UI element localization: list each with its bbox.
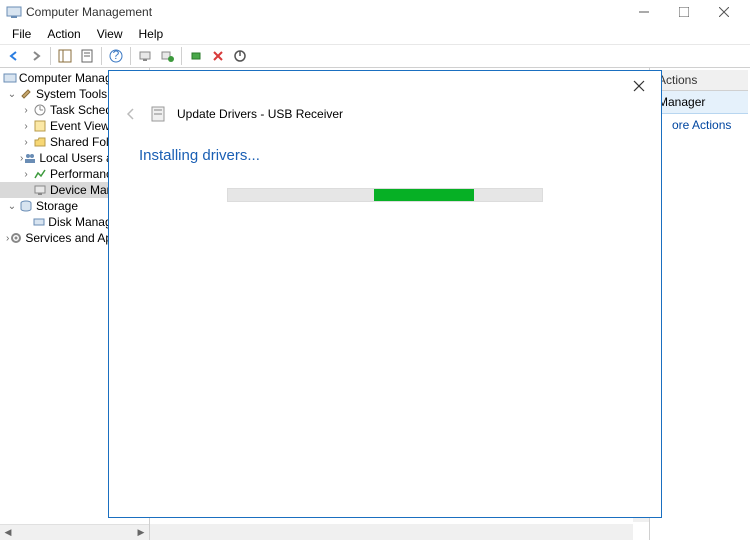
menu-bar: File Action View Help: [0, 24, 750, 44]
expand-icon[interactable]: ⌄: [6, 89, 18, 100]
computer-management-icon: [3, 70, 17, 86]
show-hide-tree-button[interactable]: [55, 46, 75, 66]
more-actions-link[interactable]: ore Actions: [652, 114, 748, 136]
minimize-button[interactable]: [624, 0, 664, 24]
toolbar: ?: [0, 44, 750, 68]
uninstall-button[interactable]: [208, 46, 228, 66]
expand-icon[interactable]: ⌄: [6, 201, 18, 212]
tree-horizontal-scrollbar[interactable]: ◀ ▶: [0, 524, 149, 540]
window-titlebar: Computer Management: [0, 0, 750, 24]
properties-button[interactable]: [77, 46, 97, 66]
toolbar-separator: [50, 47, 51, 65]
device-manager-icon: [32, 182, 48, 198]
scroll-right-icon[interactable]: ▶: [133, 525, 149, 540]
back-button[interactable]: [4, 46, 24, 66]
event-icon: [32, 118, 48, 134]
tools-icon: [18, 86, 34, 102]
toolbar-separator: [181, 47, 182, 65]
add-hardware-button[interactable]: [157, 46, 177, 66]
actions-context: Manager: [652, 91, 748, 114]
disk-icon: [32, 214, 46, 230]
toolbar-separator: [101, 47, 102, 65]
disable-button[interactable]: [230, 46, 250, 66]
details-horizontal-scrollbar[interactable]: [150, 524, 633, 540]
close-button[interactable]: [704, 0, 744, 24]
forward-button[interactable]: [26, 46, 46, 66]
dialog-message: Installing drivers...: [139, 147, 631, 164]
svg-text:?: ?: [113, 49, 120, 62]
dialog-back-button: [123, 106, 139, 122]
help-button[interactable]: ?: [106, 46, 126, 66]
dialog-header: Update Drivers - USB Receiver: [109, 101, 661, 137]
actions-header: Actions: [652, 70, 748, 91]
driver-icon: [149, 105, 167, 123]
actions-pane: Actions Manager ore Actions: [650, 68, 750, 540]
users-icon: [23, 150, 37, 166]
progress-bar: [227, 188, 543, 202]
expand-icon[interactable]: ›: [20, 169, 32, 180]
progress-bar-fill: [374, 189, 474, 201]
update-drivers-dialog: Update Drivers - USB Receiver Installing…: [108, 70, 662, 518]
shared-folder-icon: [32, 134, 48, 150]
scan-button[interactable]: [135, 46, 155, 66]
storage-icon: [18, 198, 34, 214]
dialog-close-button[interactable]: [625, 76, 653, 96]
menu-view[interactable]: View: [89, 25, 131, 43]
menu-file[interactable]: File: [4, 25, 39, 43]
scroll-left-icon[interactable]: ◀: [0, 525, 16, 540]
tree-label: System Tools: [36, 87, 107, 101]
expand-icon[interactable]: ›: [20, 137, 32, 148]
expand-icon[interactable]: ›: [20, 105, 32, 116]
update-driver-button[interactable]: [186, 46, 206, 66]
gear-icon: [9, 230, 23, 246]
performance-icon: [32, 166, 48, 182]
toolbar-separator: [130, 47, 131, 65]
expand-icon[interactable]: ›: [20, 121, 32, 132]
tree-label: Storage: [36, 199, 78, 213]
window-title: Computer Management: [26, 5, 624, 19]
maximize-button[interactable]: [664, 0, 704, 24]
dialog-titlebar: [109, 71, 661, 101]
clock-icon: [32, 102, 48, 118]
dialog-title: Update Drivers - USB Receiver: [177, 107, 343, 121]
dialog-body: Installing drivers...: [109, 137, 661, 212]
app-icon: [6, 4, 22, 20]
menu-help[interactable]: Help: [131, 25, 172, 43]
menu-action[interactable]: Action: [39, 25, 88, 43]
